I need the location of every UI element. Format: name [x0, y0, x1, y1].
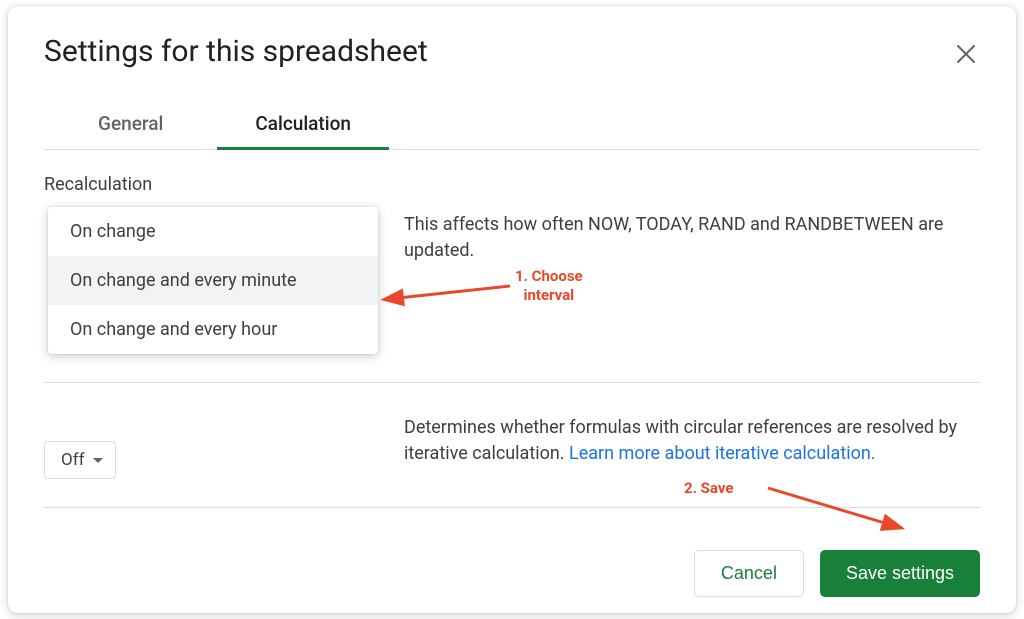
close-icon[interactable]: [952, 40, 980, 72]
recalculation-description: This affects how often NOW, TODAY, RAND …: [404, 174, 980, 354]
iterative-description: Determines whether formulas with circula…: [404, 407, 980, 479]
iterative-learn-more-link[interactable]: Learn more about iterative calculation.: [569, 443, 876, 464]
iterative-section: Off Determines whether formulas with cir…: [44, 383, 980, 508]
option-every-minute[interactable]: On change and every minute: [48, 256, 378, 305]
save-settings-button[interactable]: Save settings: [820, 550, 980, 597]
cancel-button[interactable]: Cancel: [694, 550, 804, 597]
dialog-title: Settings for this spreadsheet: [44, 34, 428, 69]
option-every-hour[interactable]: On change and every hour: [48, 305, 378, 354]
recalculation-section: Recalculation On change On change and ev…: [44, 150, 980, 383]
recalculation-label: Recalculation: [44, 174, 374, 195]
dialog-header: Settings for this spreadsheet: [44, 34, 980, 72]
tab-general[interactable]: General: [44, 100, 217, 149]
iterative-select[interactable]: Off: [44, 441, 116, 479]
tab-calculation[interactable]: Calculation: [217, 100, 389, 149]
iterative-select-value: Off: [61, 450, 85, 470]
caret-down-icon: [93, 458, 103, 463]
option-on-change[interactable]: On change: [48, 207, 378, 256]
recalculation-dropdown[interactable]: On change On change and every minute On …: [48, 207, 378, 354]
dialog-footer: Cancel Save settings: [44, 550, 980, 597]
settings-dialog: Settings for this spreadsheet General Ca…: [8, 6, 1016, 613]
tabs: General Calculation: [44, 100, 980, 150]
